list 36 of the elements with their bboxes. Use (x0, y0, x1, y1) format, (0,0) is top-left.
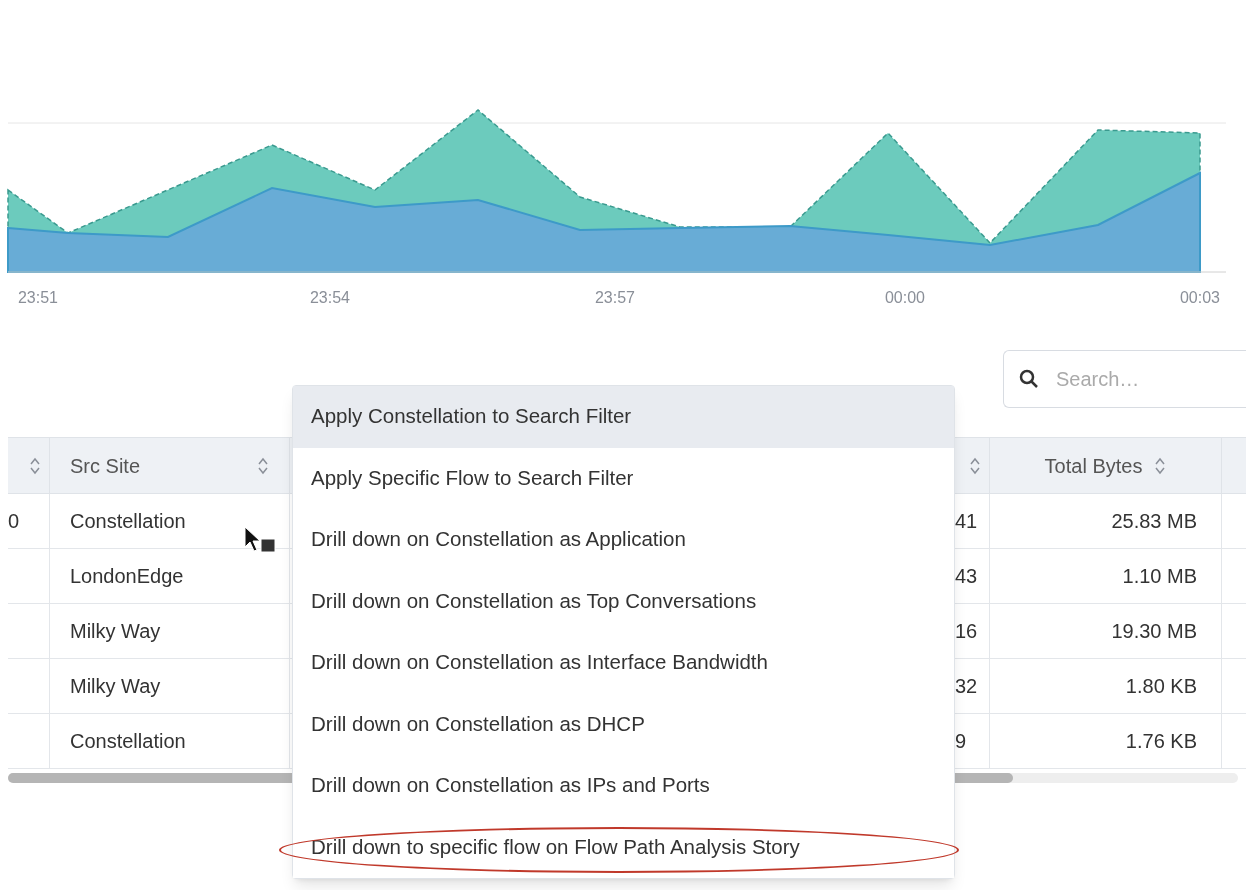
axis-tick-label: 23:57 (595, 289, 635, 306)
axis-tick-label: 23:51 (18, 289, 58, 306)
table-cell-text: LondonEdge (70, 564, 184, 589)
menu-item[interactable]: Apply Specific Flow to Search Filter (293, 447, 954, 509)
table-cell-text: Milky Way (70, 674, 161, 699)
sort-icon[interactable] (969, 456, 981, 475)
sort-icon[interactable] (29, 456, 41, 475)
menu-item[interactable]: Drill down on Constellation as Application (293, 509, 954, 571)
menu-item[interactable]: Drill down on Constellation as IPs and Ports (293, 755, 954, 817)
table-cell-text: 0 (8, 509, 20, 534)
table-cell-text: 1.10 MB (1122, 564, 1197, 589)
axis-tick-label: 00:00 (885, 289, 925, 306)
axis-tick-label: 00:03 (1180, 289, 1220, 306)
menu-item[interactable]: Apply Constellation to Search Filter (293, 386, 954, 448)
table-cell-text: 1.76 KB (1125, 729, 1197, 754)
table-cell-text: Milky Way (70, 619, 161, 644)
menu-item[interactable]: Drill down on Constellation as DHCP (293, 693, 954, 755)
table-cell-text: 43 (955, 564, 978, 589)
table-cell-text: Constellation (70, 729, 186, 754)
table-cell-text: 19.30 MB (1111, 619, 1197, 644)
column-header[interactable]: Src Site (70, 450, 141, 481)
axis-tick-label: 23:54 (310, 289, 350, 306)
menu-item[interactable]: Drill down on Constellation as Interface Bandwidth (293, 632, 954, 694)
table-cell-text: 32 (955, 674, 978, 699)
table-cell-text: 1.80 KB (1125, 674, 1197, 699)
sort-icon[interactable] (1154, 456, 1167, 475)
search-icon (1019, 369, 1039, 389)
sort-icon[interactable] (257, 456, 269, 475)
table-cell-text: 41 (955, 509, 978, 534)
menu-item[interactable]: Drill down on Constellation as Top Conversations (293, 570, 954, 632)
search-field[interactable]: Search… (1003, 350, 1246, 408)
table-cell-text: Constellation (70, 509, 186, 534)
column-header[interactable]: Total Bytes (1044, 450, 1143, 481)
table-cell-text: 9 (955, 729, 967, 754)
table-cell-text: 16 (955, 619, 978, 644)
table-cell-text: 25.83 MB (1111, 509, 1197, 534)
